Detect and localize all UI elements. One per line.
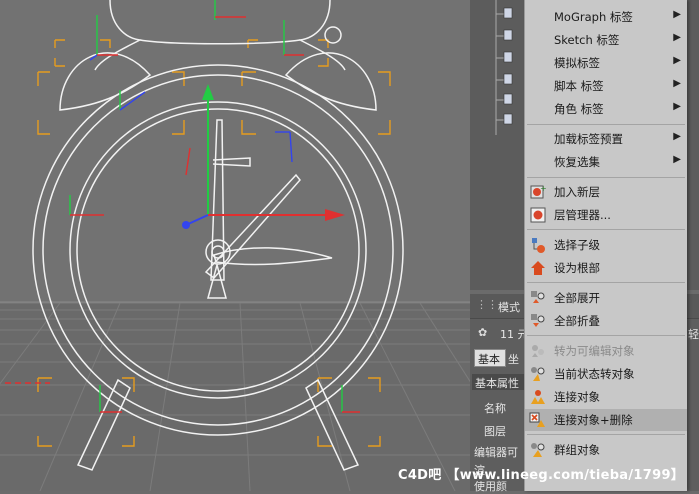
layer-label: 图层 (484, 425, 506, 438)
layer-add-icon: + (530, 184, 547, 199)
expand-all-icon (531, 291, 545, 303)
submenu-arrow-icon: ▶ (673, 154, 681, 165)
mode-menu[interactable]: 模式 (498, 299, 520, 315)
menu-item-sketch-tags[interactable]: Sketch 标签 ▶ (525, 29, 687, 51)
menu-separator (527, 335, 685, 336)
svg-text:+: + (540, 184, 547, 193)
menu-item-layer-manager[interactable]: 层管理器... (525, 204, 687, 226)
current-state-icon (531, 367, 545, 381)
menu-separator (527, 177, 685, 178)
viewport-3d[interactable] (0, 0, 470, 491)
menu-item-script-tags[interactable]: 脚本 标签 ▶ (525, 75, 687, 97)
menu-item-current-state-to-object[interactable]: 当前状态转对象 (525, 363, 687, 385)
submenu-arrow-icon: ▶ (673, 101, 681, 112)
select-children-icon (532, 238, 545, 253)
menu-item-select-children[interactable]: 选择子级 (525, 234, 687, 256)
submenu-arrow-icon: ▶ (673, 131, 681, 142)
menu-item-connect-objects-delete[interactable]: 连接对象+删除 (525, 409, 687, 431)
submenu-arrow-icon: ▶ (673, 78, 681, 89)
connect-objects-icon (531, 390, 545, 404)
set-root-icon (531, 261, 545, 275)
menu-separator (527, 229, 685, 230)
context-menu[interactable]: MoGraph 标签 ▶ Sketch 标签 ▶ 模拟标签 ▶ 脚本 标签 ▶ 角色 标… (524, 0, 687, 491)
tab-basic[interactable]: 基本 (474, 349, 506, 367)
menu-separator (527, 434, 685, 435)
grip-icon: ⋮⋮ (476, 298, 498, 311)
menu-item-restore-selection[interactable]: 恢复选集 ▶ (525, 151, 687, 173)
submenu-arrow-icon: ▶ (673, 9, 681, 20)
editor-visible-label: 编辑器可 (474, 446, 518, 459)
object-icon: ✿ (478, 326, 488, 339)
menu-separator (527, 282, 685, 283)
right-edge-label: 轻 (688, 328, 699, 341)
connect-delete-icon (529, 412, 545, 427)
menu-item-add-new-layer[interactable]: + 加入新层 (525, 181, 687, 203)
make-editable-icon (532, 345, 544, 357)
menu-separator (527, 124, 685, 125)
submenu-arrow-icon: ▶ (673, 32, 681, 43)
name-label: 名称 (484, 402, 506, 415)
menu-item-mograph-tags[interactable]: MoGraph 标签 ▶ (525, 6, 687, 28)
tab-coord[interactable]: 坐 (508, 351, 519, 367)
layer-manager-icon (530, 207, 546, 223)
menu-item-group-objects[interactable]: 群组对象 (525, 439, 687, 461)
collapse-all-icon (531, 314, 545, 327)
menu-item-make-editable: 转为可编辑对象 (525, 340, 687, 362)
watermark-text: C4D吧 【www.lineeg.com/tieba/1799】 (398, 468, 685, 483)
menu-item-connect-objects[interactable]: 连接对象 (525, 386, 687, 408)
submenu-arrow-icon: ▶ (673, 55, 681, 66)
section-header: 基本属性 (472, 374, 528, 390)
menu-item-expand-all[interactable]: 全部展开 (525, 287, 687, 309)
menu-item-set-as-root[interactable]: 设为根部 (525, 257, 687, 279)
menu-item-character-tags[interactable]: 角色 标签 ▶ (525, 98, 687, 120)
group-objects-icon (531, 443, 545, 457)
menu-item-simulation-tags[interactable]: 模拟标签 ▶ (525, 52, 687, 74)
menu-item-load-tag-preset[interactable]: 加载标签预置 ▶ (525, 128, 687, 150)
menu-item-collapse-all[interactable]: 全部折叠 (525, 310, 687, 332)
viewport-canvas (0, 0, 470, 491)
